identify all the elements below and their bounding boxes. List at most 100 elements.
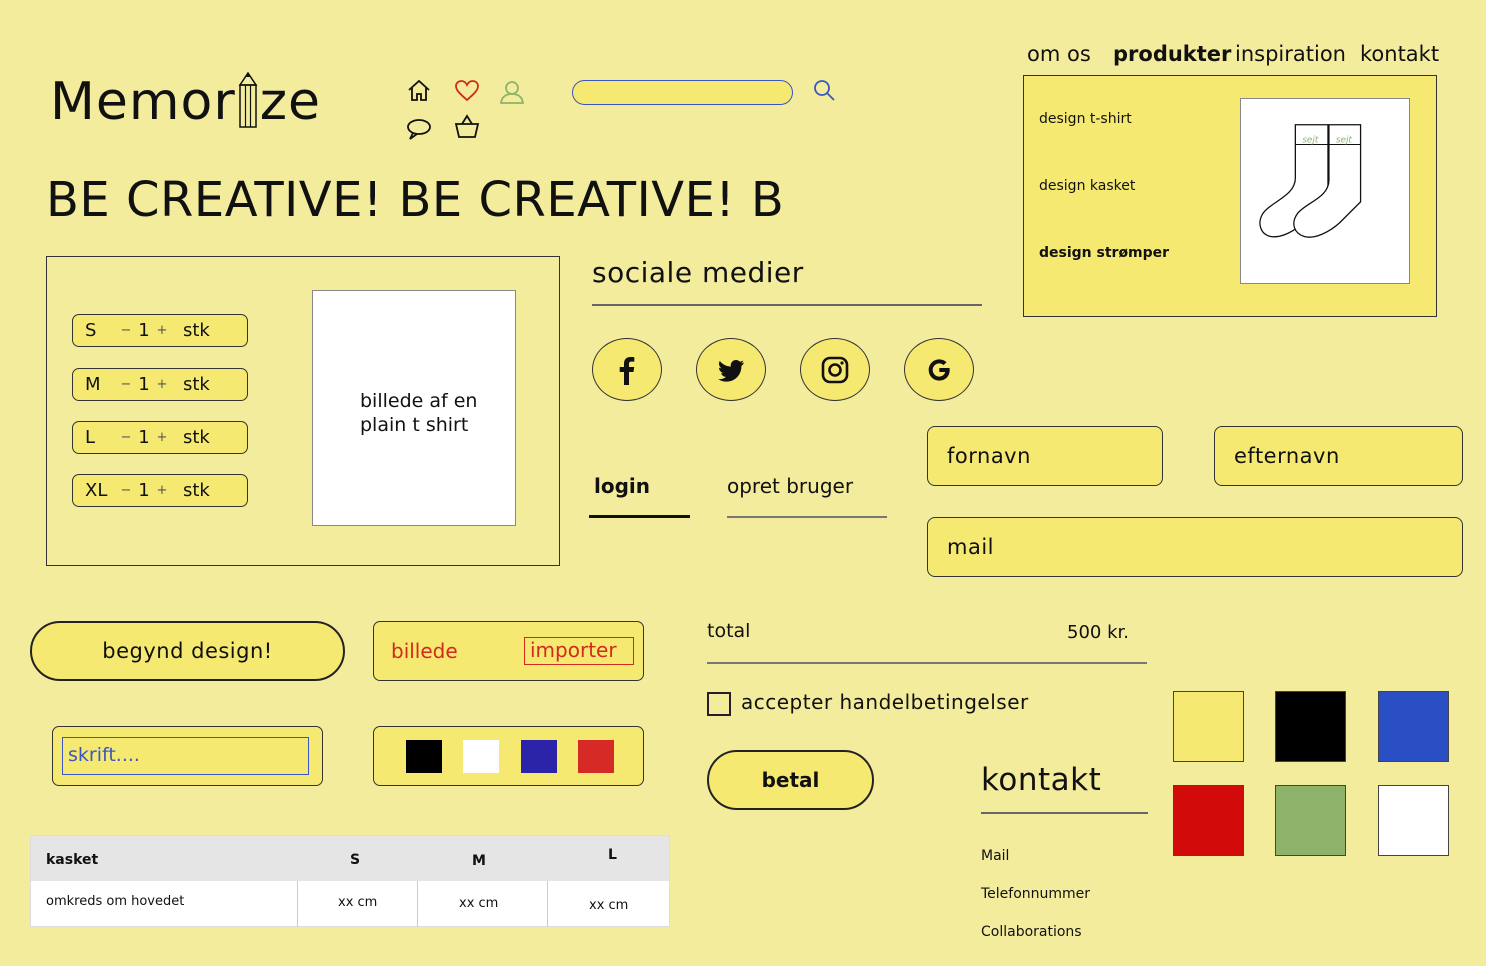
menu-item-design-tshirt[interactable]: design t-shirt (1039, 111, 1132, 127)
table-row-label: omkreds om hovedet (46, 894, 185, 909)
size-table: kasket S M L omkreds om hovedet xx cm xx… (30, 835, 670, 927)
terms-checkbox[interactable] (707, 692, 731, 716)
increase-button[interactable]: + (155, 483, 169, 498)
size-selector-panel: S − 1 + stk M − 1 + stk L − 1 + stk XL −… (46, 256, 560, 566)
quantity-value[interactable]: 1 (133, 374, 155, 395)
import-button[interactable]: importer (524, 637, 634, 665)
increase-button[interactable]: + (155, 323, 169, 338)
chat-icon[interactable] (405, 115, 433, 143)
products-dropdown: design t-shirt design kasket design strø… (1023, 75, 1437, 317)
unit-label: stk (183, 427, 210, 448)
pay-button[interactable]: betal (707, 750, 874, 810)
lastname-field[interactable]: efternavn (1214, 426, 1463, 486)
size-row-s: S − 1 + stk (72, 314, 248, 347)
tab-opret-underline (727, 516, 887, 518)
sock-label-right: sejt (1336, 136, 1353, 146)
contact-link-collaborations[interactable]: Collaborations (981, 924, 1082, 940)
start-design-button[interactable]: begynd design! (30, 621, 345, 681)
twitter-button[interactable] (696, 338, 766, 401)
contact-divider (981, 812, 1148, 814)
decrease-button[interactable]: − (119, 377, 133, 392)
color-swatch-blue[interactable] (1378, 691, 1449, 762)
table-header-m: M (472, 853, 486, 869)
text-input[interactable]: skrift.... (62, 737, 309, 775)
facebook-icon (619, 356, 635, 385)
tab-login[interactable]: login (594, 474, 650, 498)
google-button[interactable] (904, 338, 974, 401)
total-value: 500 kr. (1067, 622, 1129, 643)
table-cell-s: xx cm (338, 895, 378, 910)
unit-label: stk (183, 480, 210, 501)
mini-color-picker (373, 726, 644, 786)
quantity-value[interactable]: 1 (133, 320, 155, 341)
home-icon[interactable] (405, 77, 433, 105)
contact-link-mail[interactable]: Mail (981, 848, 1009, 864)
color-swatch-black[interactable] (406, 740, 442, 773)
size-row-l: L − 1 + stk (72, 421, 248, 454)
google-icon (928, 358, 950, 381)
decrease-button[interactable]: − (119, 483, 133, 498)
increase-button[interactable]: + (155, 430, 169, 445)
size-label: S (85, 320, 97, 341)
color-swatch-white[interactable] (1378, 785, 1449, 856)
contact-link-phone[interactable]: Telefonnummer (981, 886, 1090, 902)
color-swatch-red[interactable] (578, 740, 614, 773)
table-header-l: L (608, 847, 617, 863)
table-header-kasket: kasket (46, 852, 99, 868)
color-swatch-red[interactable] (1173, 785, 1244, 856)
nav-om-os[interactable]: om os (1027, 40, 1091, 68)
logo-text-end: ze (259, 72, 322, 132)
color-swatch-yellow[interactable] (1173, 691, 1244, 762)
image-import-box: billede importer (373, 621, 644, 681)
logo[interactable]: Memor ze (50, 70, 321, 134)
unit-label: stk (183, 374, 210, 395)
logo-text-start: Memor (50, 72, 236, 132)
increase-button[interactable]: + (155, 377, 169, 392)
socks-drawing: sejt sejt (1259, 124, 1362, 238)
size-label: M (85, 374, 101, 395)
unit-label: stk (183, 320, 210, 341)
search-input[interactable] (572, 80, 793, 105)
tab-login-underline (589, 515, 690, 518)
color-swatch-white[interactable] (463, 740, 499, 773)
decrease-button[interactable]: − (119, 430, 133, 445)
nav-inspiration[interactable]: inspiration (1235, 40, 1346, 68)
headline: BE CREATIVE! BE CREATIVE! B (46, 172, 785, 228)
quantity-value[interactable]: 1 (133, 427, 155, 448)
tab-opret-bruger[interactable]: opret bruger (727, 474, 853, 498)
table-cell-l: xx cm (589, 898, 629, 913)
quantity-value[interactable]: 1 (133, 480, 155, 501)
menu-item-design-kasket[interactable]: design kasket (1039, 178, 1135, 194)
twitter-icon (718, 359, 744, 382)
search-icon[interactable] (812, 78, 836, 102)
color-swatch-blue[interactable] (521, 740, 557, 773)
sock-label-left: sejt (1302, 136, 1319, 146)
image-label: billede (391, 639, 458, 663)
table-divider (547, 881, 548, 927)
decrease-button[interactable]: − (119, 323, 133, 338)
menu-item-design-stromper[interactable]: design strømper (1039, 245, 1169, 261)
tshirt-image-placeholder: billede af en plain t shirt (312, 290, 516, 526)
total-divider (707, 662, 1147, 664)
nav-produkter[interactable]: produkter (1113, 40, 1231, 68)
nav-kontakt[interactable]: kontakt (1360, 40, 1439, 68)
facebook-button[interactable] (592, 338, 662, 401)
terms-label[interactable]: accepter handelbetingelser (741, 690, 1029, 714)
color-swatch-black[interactable] (1275, 691, 1346, 762)
size-row-m: M − 1 + stk (72, 368, 248, 401)
table-divider (417, 881, 418, 927)
contact-title: kontakt (981, 762, 1102, 798)
basket-icon[interactable] (453, 113, 481, 141)
color-swatch-green[interactable] (1275, 785, 1346, 856)
mail-field[interactable]: mail (927, 517, 1463, 577)
total-label: total (707, 620, 751, 642)
size-row-xl: XL − 1 + stk (72, 474, 248, 507)
heart-icon[interactable] (453, 77, 481, 105)
instagram-button[interactable] (800, 338, 870, 401)
size-label: XL (85, 480, 108, 501)
image-placeholder-text: billede af en plain t shirt (360, 390, 478, 436)
user-icon[interactable] (498, 78, 526, 106)
pencil-icon (238, 71, 258, 128)
social-title: sociale medier (592, 256, 804, 289)
firstname-field[interactable]: fornavn (927, 426, 1163, 486)
